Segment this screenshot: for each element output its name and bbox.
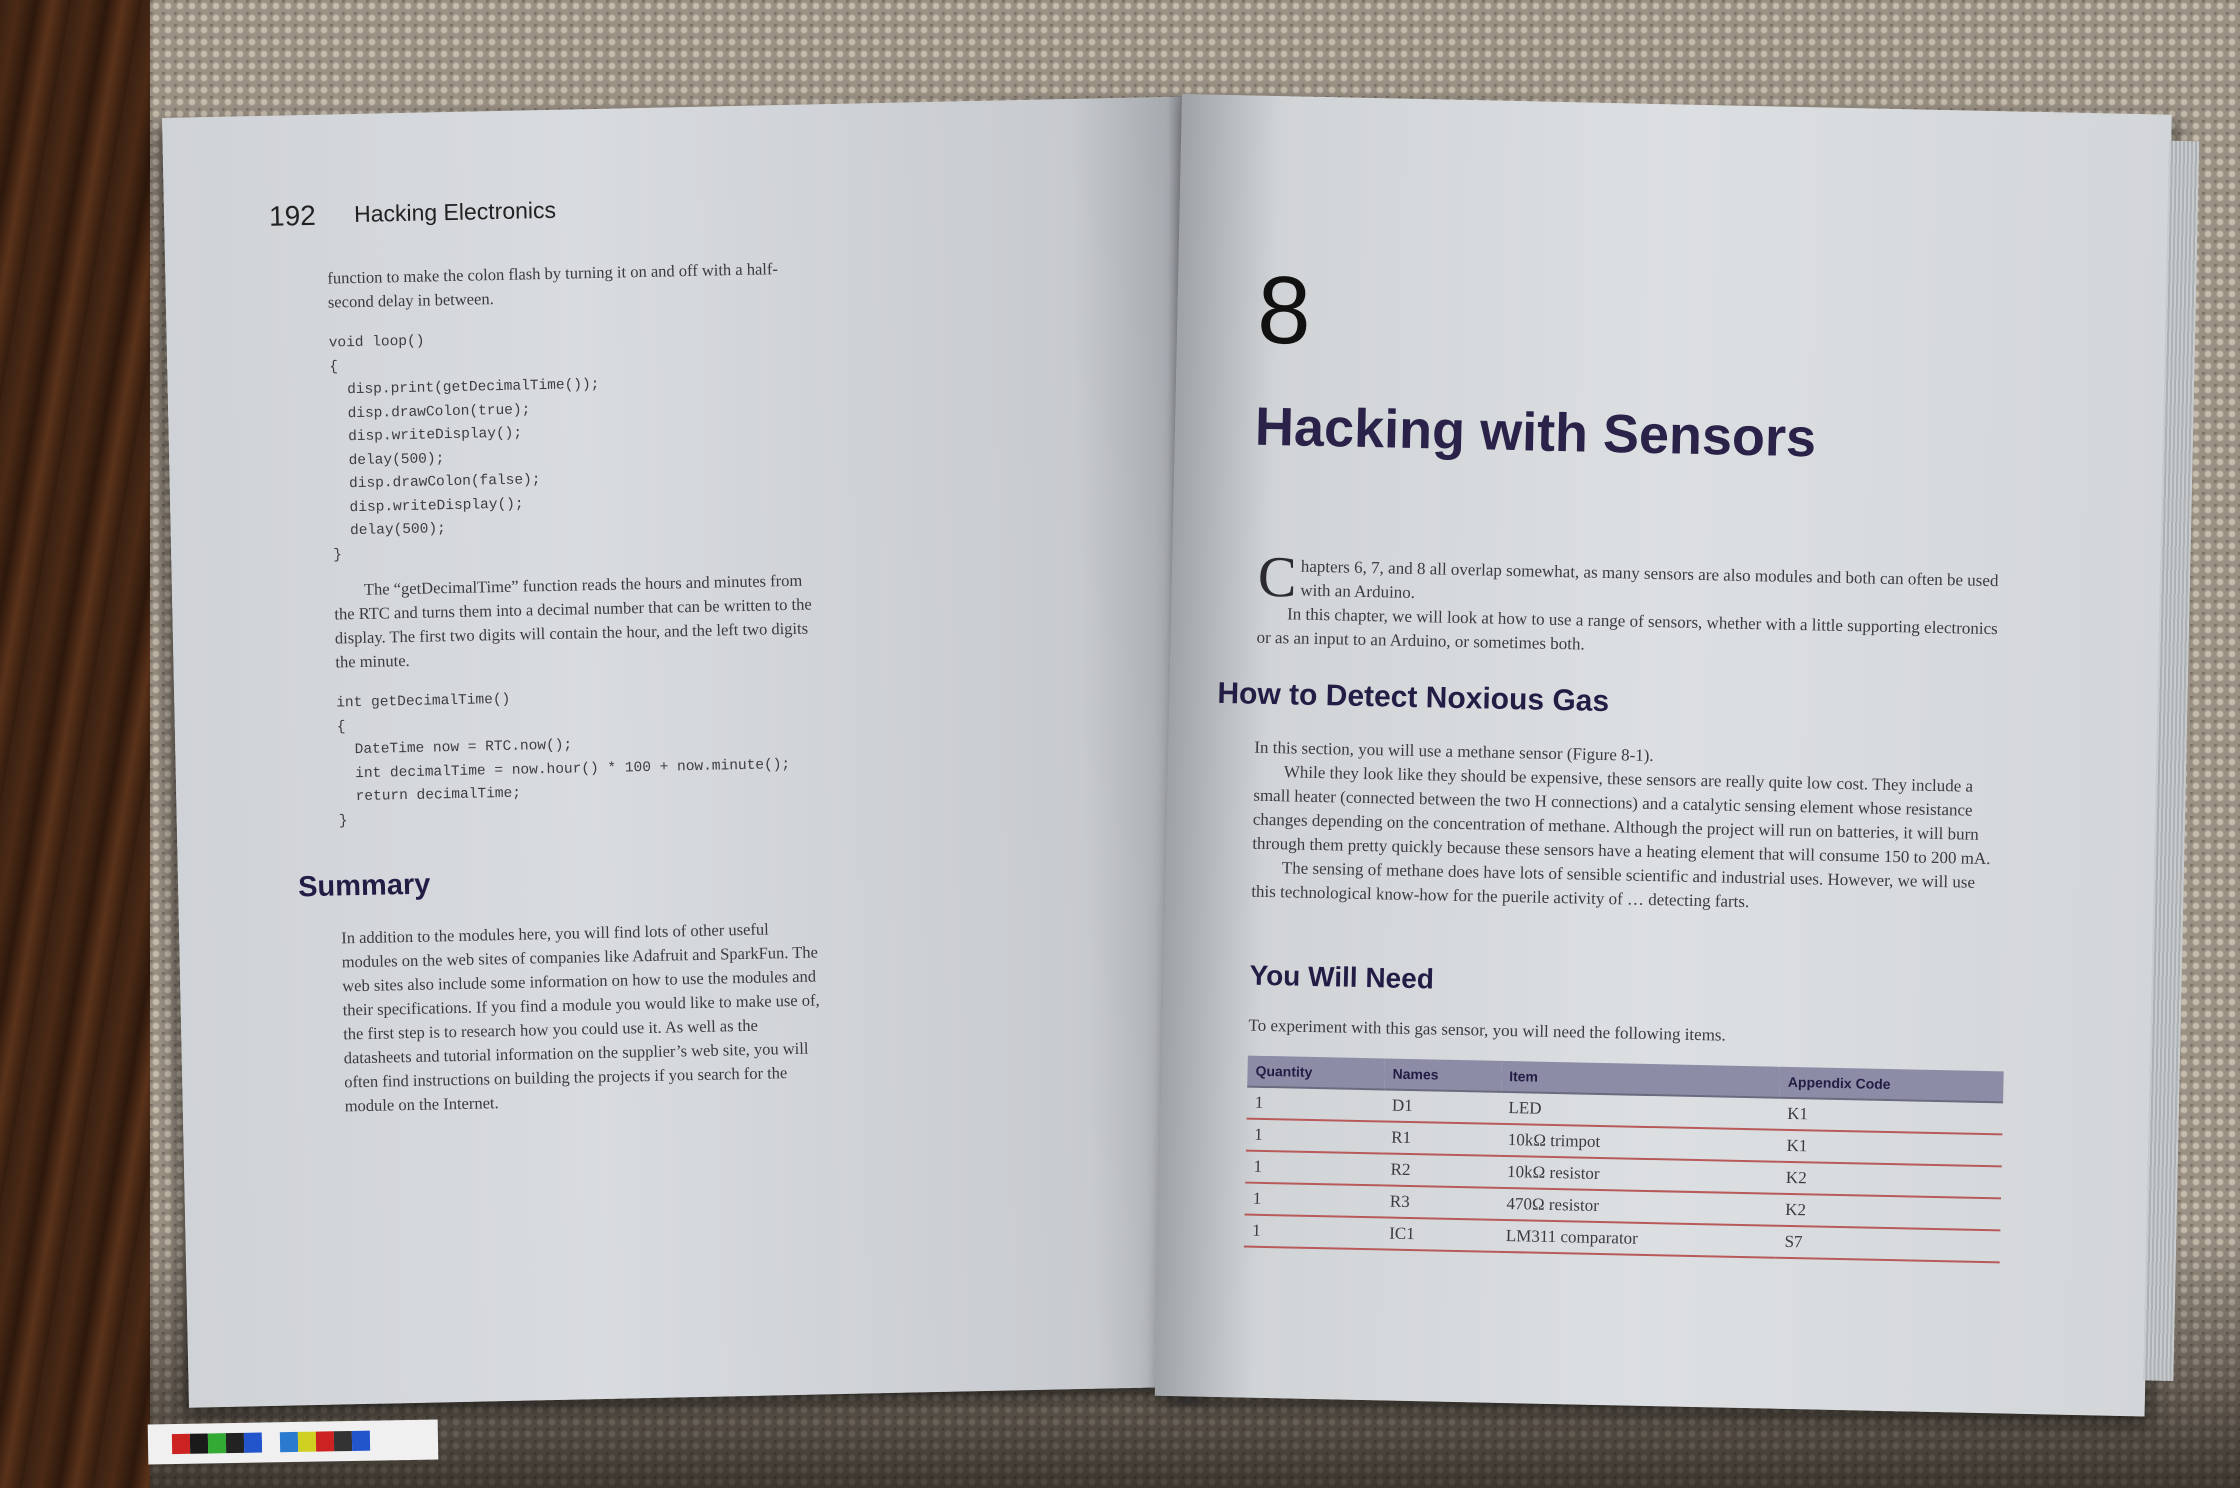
paragraph: function to make the colon flash by turn… (327, 259, 779, 312)
paragraph: The “getDecimalTime” function reads the … (334, 570, 812, 672)
table-cell: IC1 (1380, 1217, 1499, 1252)
table-cell: K1 (1778, 1129, 2003, 1167)
code-block: int getDecimalTime() { DateTime now = RT… (336, 691, 791, 829)
summary-paragraph: In addition to the modules here, you wil… (341, 919, 820, 1116)
paragraph: While they look like they should be expe… (1252, 762, 1991, 869)
table-cell: 1 (1243, 1214, 1382, 1250)
paragraph: In this chapter, we will look at how to … (1256, 604, 1998, 654)
table-cell: LM311 comparator (1497, 1219, 1777, 1258)
right-page: 8 Hacking with Sensors Chapters 6, 7, an… (1154, 94, 2200, 1417)
table-cell: 1 (1246, 1086, 1385, 1122)
column-header: Quantity (1247, 1055, 1385, 1090)
column-header: Names (1384, 1058, 1502, 1092)
section-heading: How to Detect Noxious Gas (1217, 676, 1610, 719)
chapter-title: Hacking with Sensors (1254, 396, 1817, 469)
color-calibration-strip (147, 1419, 439, 1465)
subsection-heading: You Will Need (1249, 959, 1435, 995)
left-page: 192 Hacking Electronics function to make… (162, 96, 1219, 1408)
parts-table: Quantity Names Item Appendix Code 1 D1 L… (1243, 1055, 2004, 1264)
table-cell: S7 (1776, 1225, 2001, 1263)
table-cell: D1 (1383, 1089, 1501, 1124)
photo-scene: 192 Hacking Electronics function to make… (0, 0, 2240, 1488)
table-cell: R1 (1382, 1121, 1501, 1156)
summary-heading: Summary (297, 868, 431, 904)
paragraph: To experiment with this gas sensor, you … (1248, 1015, 1726, 1045)
code-block: void loop() { disp.print(getDecimalTime(… (328, 333, 600, 564)
table-cell: R3 (1381, 1185, 1499, 1220)
table-cell: 1 (1245, 1118, 1384, 1154)
paragraph: hapters 6, 7, and 8 all overlap somewhat… (1300, 556, 1999, 602)
running-head: Hacking Electronics (353, 196, 557, 227)
chapter-number: 8 (1256, 256, 1312, 365)
chapter-intro: Chapters 6, 7, and 8 all overlap somewha… (1256, 543, 2002, 666)
table-cell: 1 (1244, 1182, 1383, 1218)
section-body: In this section, you will use a methane … (1251, 736, 1998, 920)
column-header: Appendix Code (1779, 1066, 2004, 1103)
table-cell: K2 (1777, 1161, 2002, 1199)
drop-cap: C (1257, 543, 1298, 610)
table-cell: R2 (1382, 1153, 1500, 1188)
table-cell: K1 (1778, 1097, 2004, 1135)
table-cell: 1 (1245, 1150, 1383, 1186)
table-cell: K2 (1776, 1193, 2002, 1231)
page-number: 192 (268, 199, 317, 232)
